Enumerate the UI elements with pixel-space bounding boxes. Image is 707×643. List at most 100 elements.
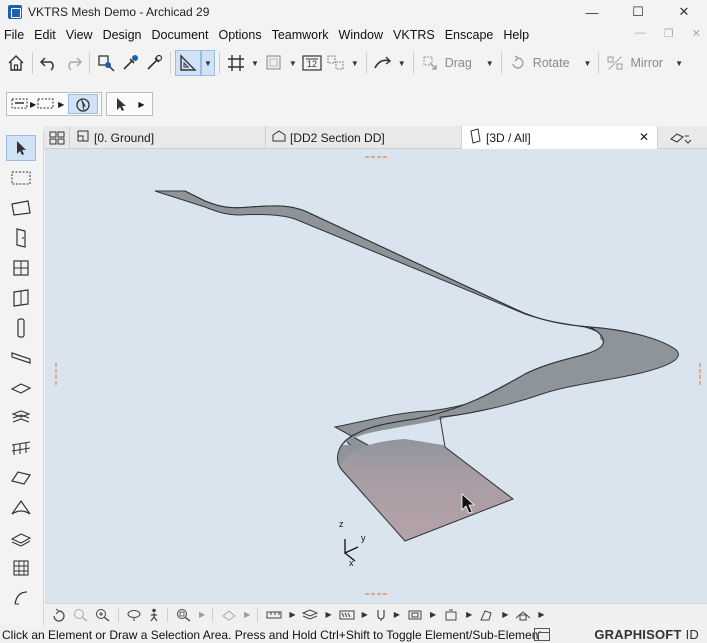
fit-in-window-icon[interactable] (175, 608, 193, 622)
layers-icon[interactable] (301, 608, 319, 622)
home-icon[interactable] (4, 50, 28, 76)
orbit-icon[interactable] (126, 608, 142, 622)
maximize-button[interactable]: ☐ (615, 0, 661, 24)
close-button[interactable]: ✕ (661, 0, 707, 24)
status-window-icon[interactable] (534, 628, 550, 641)
zoom-in-icon[interactable] (95, 608, 111, 622)
view-options-dropdown[interactable]: ▶ (244, 610, 250, 619)
mirror-icon[interactable] (603, 50, 627, 76)
doc-minimize-icon[interactable]: — (635, 27, 646, 40)
roof-tool-icon[interactable] (6, 465, 36, 491)
grid-snap-icon[interactable] (224, 50, 248, 76)
eyedropper-icon[interactable] (118, 50, 142, 76)
doc-restore-icon[interactable]: ❐ (664, 27, 674, 40)
explore-icon[interactable] (148, 608, 160, 622)
marquee-multi-dropdown[interactable]: ▶ (58, 100, 64, 109)
menu-vktrs[interactable]: VKTRS (388, 28, 440, 42)
3d-scene[interactable]: z y x (45, 149, 707, 604)
guide-lines-icon[interactable] (175, 50, 201, 76)
graphic-overrides-dropdown[interactable]: ▶ (538, 610, 544, 619)
graphisoft-id[interactable]: GRAPHISOFT ID (594, 626, 699, 643)
model-view-options-icon[interactable] (374, 608, 388, 622)
zoom-dropdown[interactable]: ▶ (199, 610, 205, 619)
marquee-multi-icon[interactable] (36, 94, 58, 114)
morph-tool-icon[interactable] (6, 525, 36, 551)
menu-document[interactable]: Document (147, 28, 214, 42)
selection-pick-icon[interactable] (68, 94, 99, 114)
layers-dropdown[interactable]: ▶ (325, 610, 331, 619)
scale-dropdown[interactable]: ▶ (289, 610, 295, 619)
grid-snap-dropdown[interactable]: ▼ (251, 59, 259, 68)
scale-icon[interactable] (265, 608, 283, 622)
pen-set-dropdown[interactable]: ▶ (362, 610, 368, 619)
mirror-label[interactable]: Mirror (630, 56, 663, 70)
3d-style-dropdown[interactable]: ▶ (502, 610, 508, 619)
magic-wand-icon[interactable] (371, 50, 395, 76)
beam-tool-icon[interactable] (6, 345, 36, 371)
menu-enscape[interactable]: Enscape (440, 28, 499, 42)
shell-tool-icon[interactable] (6, 495, 36, 521)
graphic-overrides-icon[interactable] (514, 608, 532, 622)
drag-icon[interactable] (418, 50, 442, 76)
mesh-tool-icon[interactable] (6, 555, 36, 581)
stair-tool-icon[interactable] (6, 405, 36, 431)
group-dropdown[interactable]: ▼ (351, 59, 359, 68)
renovation-dropdown[interactable]: ▶ (466, 610, 472, 619)
column-tool-icon[interactable] (6, 315, 36, 341)
arrow-tool-icon[interactable] (110, 94, 132, 114)
rotate-label[interactable]: Rotate (533, 56, 570, 70)
arrow-select-tool[interactable] (6, 135, 36, 161)
undo-icon[interactable] (37, 50, 61, 76)
menu-design[interactable]: Design (98, 28, 147, 42)
pick-up-parameters-icon[interactable] (94, 50, 118, 76)
door-tool-icon[interactable] (6, 225, 36, 251)
suspend-groups-icon[interactable]: 12 (300, 50, 324, 76)
structure-dropdown[interactable]: ▶ (430, 610, 436, 619)
pen-set-icon[interactable] (338, 608, 356, 622)
slab-tool-icon[interactable] (6, 375, 36, 401)
zone-tool-icon[interactable] (6, 195, 36, 221)
view-options-icon[interactable] (220, 608, 238, 622)
mirror-dropdown[interactable]: ▼ (675, 59, 683, 68)
inject-parameters-icon[interactable] (142, 50, 166, 76)
magic-wand-dropdown[interactable]: ▼ (398, 59, 406, 68)
3d-viewport[interactable]: z y x (45, 149, 707, 604)
tab-ground-floor[interactable]: [0. Ground] (70, 126, 266, 149)
rotate-dropdown[interactable]: ▼ (584, 59, 592, 68)
renovation-filter-icon[interactable] (442, 608, 460, 622)
drag-label[interactable]: Drag (445, 56, 472, 70)
gravity-dropdown[interactable]: ▼ (289, 59, 297, 68)
minimize-button[interactable]: — (569, 0, 615, 24)
tab-overview-icon[interactable] (44, 126, 70, 149)
marquee-tool-icon[interactable] (6, 165, 36, 191)
menu-help[interactable]: Help (498, 28, 534, 42)
zoom-previous-icon[interactable] (73, 608, 89, 622)
gravity-icon[interactable] (262, 50, 286, 76)
drag-dropdown[interactable]: ▼ (486, 59, 494, 68)
rotate-view-icon[interactable] (51, 608, 67, 622)
mesh-ribbon[interactable] (154, 190, 679, 542)
curtain-wall-tool-icon[interactable] (6, 285, 36, 311)
menu-edit[interactable]: Edit (29, 28, 61, 42)
doc-close-icon[interactable]: ✕ (692, 27, 701, 40)
redo-icon[interactable] (61, 50, 85, 76)
group-icon[interactable] (324, 50, 348, 76)
tab-3d-all[interactable]: [3D / All] ✕ (462, 126, 658, 149)
arrow-tool-dropdown[interactable]: ▶ (138, 100, 144, 109)
tab-section-dd[interactable]: [DD2 Section DD] (266, 126, 462, 149)
rotate-icon[interactable] (506, 50, 530, 76)
guide-lines-dropdown[interactable]: ▼ (201, 50, 215, 76)
window-tool-icon[interactable] (6, 255, 36, 281)
marquee-single-icon[interactable] (10, 94, 30, 114)
menu-window[interactable]: Window (334, 28, 388, 42)
menu-view[interactable]: View (61, 28, 98, 42)
tab-list-menu[interactable] (658, 126, 704, 149)
menu-options[interactable]: Options (213, 28, 266, 42)
menu-file[interactable]: File (0, 28, 29, 42)
railing-tool-icon[interactable] (6, 435, 36, 461)
tab-close-icon[interactable]: ✕ (639, 130, 649, 144)
object-tool-icon[interactable] (6, 585, 36, 611)
3d-style-icon[interactable] (478, 608, 496, 622)
structure-display-icon[interactable] (406, 608, 424, 622)
menu-teamwork[interactable]: Teamwork (267, 28, 334, 42)
